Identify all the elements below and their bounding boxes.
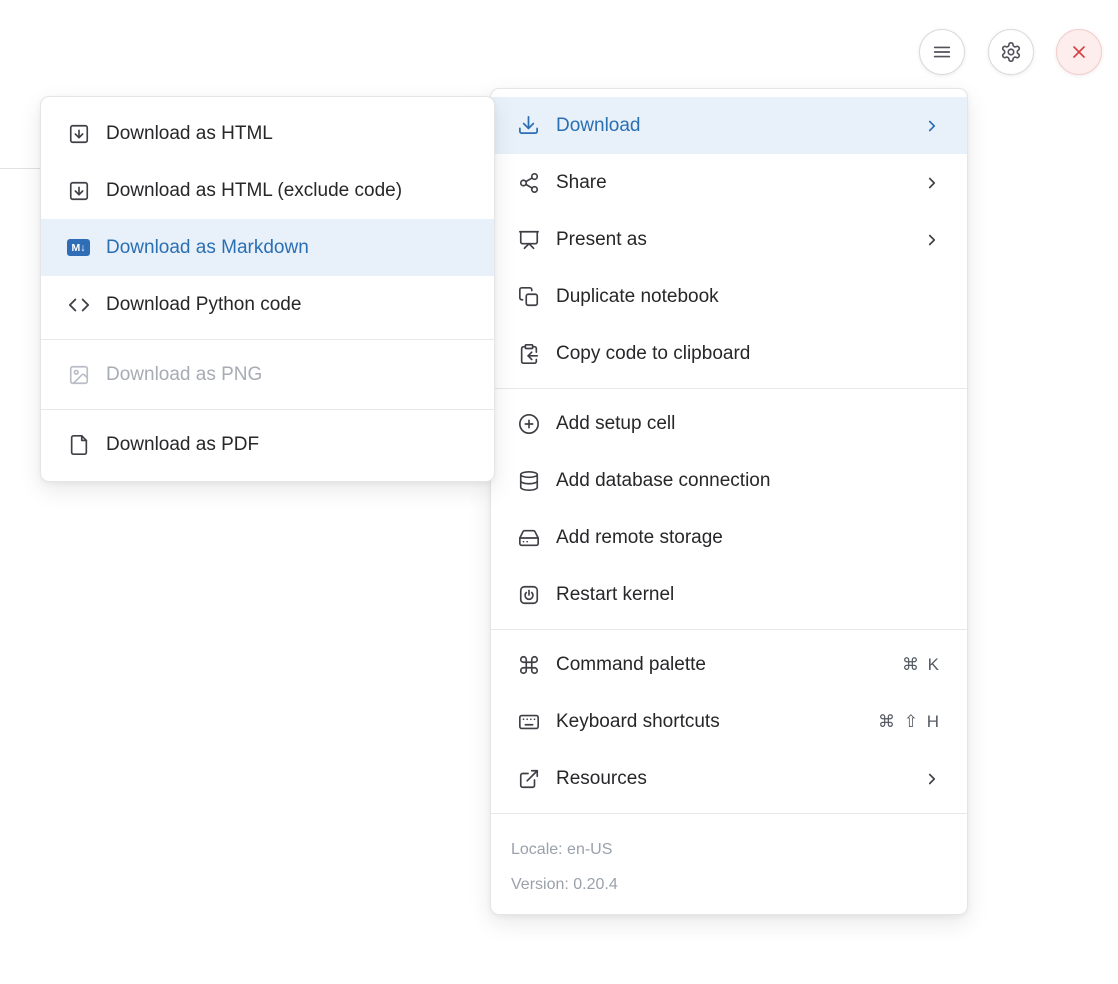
menu-divider [491,629,967,630]
shortcut-hint: ⌘ K [902,655,941,675]
menu-item-command-palette[interactable]: Command palette ⌘ K [491,636,967,693]
menu-item-label: Add remote storage [556,527,941,549]
settings-button[interactable] [988,29,1034,75]
menu-item-label: Add database connection [556,470,941,492]
chevron-right-icon [923,231,941,249]
menu-item-label: Present as [556,229,911,251]
menu-item-label: Download as Markdown [106,237,468,259]
close-icon [1069,42,1089,62]
notebook-menu: Download Share Present as Duplicate note… [490,88,968,915]
submenu-item-download-python-code[interactable]: Download Python code [41,276,494,333]
markdown-icon: M↓ [67,236,90,259]
background-cell-edge [0,168,40,169]
menu-item-label: Keyboard shortcuts [556,711,878,733]
hamburger-icon [931,41,953,63]
locale-text: Locale: en-US [511,832,947,867]
close-button[interactable] [1056,29,1102,75]
shortcut-hint: ⌘ ⇧ H [878,712,941,732]
menu-item-label: Add setup cell [556,413,941,435]
square-arrow-down-icon [67,179,90,202]
keyboard-icon [517,710,540,733]
markdown-badge: M↓ [67,239,90,256]
menu-item-label: Download Python code [106,294,468,316]
download-submenu: Download as HTML Download as HTML (exclu… [40,96,495,482]
menu-divider [491,813,967,814]
menu-item-resources[interactable]: Resources [491,750,967,807]
submenu-item-download-html[interactable]: Download as HTML [41,105,494,162]
menu-item-label: Download as PNG [106,364,468,386]
menu-item-restart-kernel[interactable]: Restart kernel [491,566,967,623]
menu-item-label: Duplicate notebook [556,286,941,308]
menu-item-copy-code[interactable]: Copy code to clipboard [491,325,967,382]
menu-item-add-setup-cell[interactable]: Add setup cell [491,395,967,452]
menu-item-label: Download as PDF [106,434,468,456]
menu-item-label: Copy code to clipboard [556,343,941,365]
gear-icon [1000,41,1022,63]
menu-item-keyboard-shortcuts[interactable]: Keyboard shortcuts ⌘ ⇧ H [491,693,967,750]
code-icon [67,293,90,316]
version-text: Version: 0.20.4 [511,867,947,902]
hard-drive-icon [517,526,540,549]
image-icon [67,363,90,386]
submenu-item-download-pdf[interactable]: Download as PDF [41,416,494,473]
menu-footer: Locale: en-US Version: 0.20.4 [491,820,967,906]
menu-item-present-as[interactable]: Present as [491,211,967,268]
download-icon [517,114,540,137]
power-icon [517,583,540,606]
menu-item-label: Download as HTML [106,123,468,145]
file-icon [67,433,90,456]
menu-item-download[interactable]: Download [491,97,967,154]
submenu-item-download-html-exclude-code[interactable]: Download as HTML (exclude code) [41,162,494,219]
menu-button[interactable] [919,29,965,75]
database-icon [517,469,540,492]
duplicate-icon [517,285,540,308]
menu-item-label: Command palette [556,654,902,676]
menu-item-label: Share [556,172,911,194]
clipboard-copy-icon [517,342,540,365]
menu-item-add-remote-storage[interactable]: Add remote storage [491,509,967,566]
submenu-item-download-png: Download as PNG [41,346,494,403]
menu-item-add-database[interactable]: Add database connection [491,452,967,509]
menu-item-label: Restart kernel [556,584,941,606]
chevron-right-icon [923,770,941,788]
menu-item-share[interactable]: Share [491,154,967,211]
square-arrow-down-icon [67,122,90,145]
menu-item-duplicate-notebook[interactable]: Duplicate notebook [491,268,967,325]
presentation-icon [517,228,540,251]
chevron-right-icon [923,117,941,135]
menu-item-label: Download [556,115,911,137]
menu-divider [491,388,967,389]
menu-divider [41,339,494,340]
external-link-icon [517,767,540,790]
chevron-right-icon [923,174,941,192]
submenu-item-download-markdown[interactable]: M↓ Download as Markdown [41,219,494,276]
share-icon [517,171,540,194]
command-icon [517,653,540,676]
menu-item-label: Download as HTML (exclude code) [106,180,468,202]
menu-divider [41,409,494,410]
plus-circle-icon [517,412,540,435]
menu-item-label: Resources [556,768,911,790]
